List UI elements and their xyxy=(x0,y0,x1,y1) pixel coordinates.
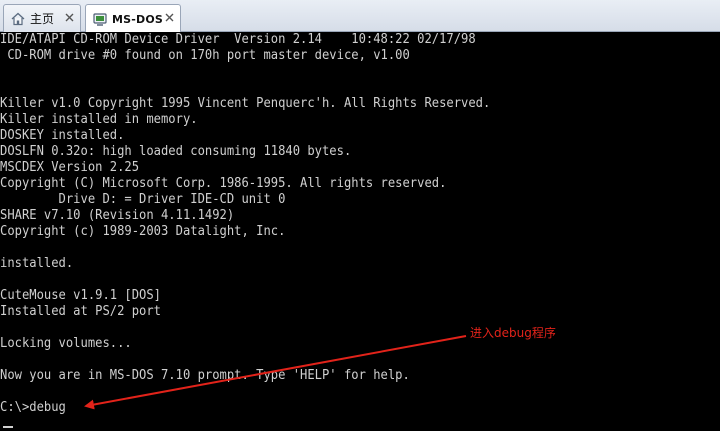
console-line: Drive D: = Driver IDE-CD unit 0 xyxy=(0,192,286,207)
tab-home[interactable]: 主页 xyxy=(3,4,81,32)
tab-bar: 主页 MS-DOS xyxy=(0,0,720,33)
console-line: Killer v1.0 Copyright 1995 Vincent Penqu… xyxy=(0,96,491,111)
tab-ms-dos[interactable]: MS-DOS xyxy=(85,4,181,33)
text-cursor xyxy=(3,426,13,428)
home-icon xyxy=(10,11,26,27)
console-line: SHARE v7.10 (Revision 4.11.1492) xyxy=(0,208,235,223)
console-line: IDE/ATAPI CD-ROM Device Driver Version 2… xyxy=(0,32,476,47)
console-line: Copyright (c) 1989-2003 Datalight, Inc. xyxy=(0,224,286,239)
console-line: Killer installed in memory. xyxy=(0,112,198,127)
console-line: Locking volumes... xyxy=(0,336,132,351)
tab-home-label: 主页 xyxy=(30,12,55,26)
close-icon[interactable] xyxy=(164,12,175,23)
console-line: CuteMouse v1.9.1 [DOS] xyxy=(0,288,161,303)
console-line: installed. xyxy=(0,256,74,271)
console-line: Copyright (C) Microsoft Corp. 1986-1995.… xyxy=(0,176,447,191)
console-line: C:\>debug xyxy=(0,400,66,415)
console-line: CD-ROM drive #0 found on 170h port maste… xyxy=(0,48,410,63)
console-line: DOSKEY installed. xyxy=(0,128,125,143)
console-line: DOSLFN 0.32o: high loaded consuming 1184… xyxy=(0,144,352,159)
console-line: Now you are in MS-DOS 7.10 prompt. Type … xyxy=(0,368,410,383)
dos-console[interactable]: IDE/ATAPI CD-ROM Device Driver Version 2… xyxy=(0,32,720,431)
annotation-label: 进入debug程序 xyxy=(470,326,556,340)
close-icon[interactable] xyxy=(64,12,75,23)
console-line: MSCDEX Version 2.25 xyxy=(0,160,140,175)
vm-icon xyxy=(92,11,108,27)
console-line: Installed at PS/2 port xyxy=(0,304,161,319)
tab-ms-dos-label: MS-DOS xyxy=(112,12,164,26)
